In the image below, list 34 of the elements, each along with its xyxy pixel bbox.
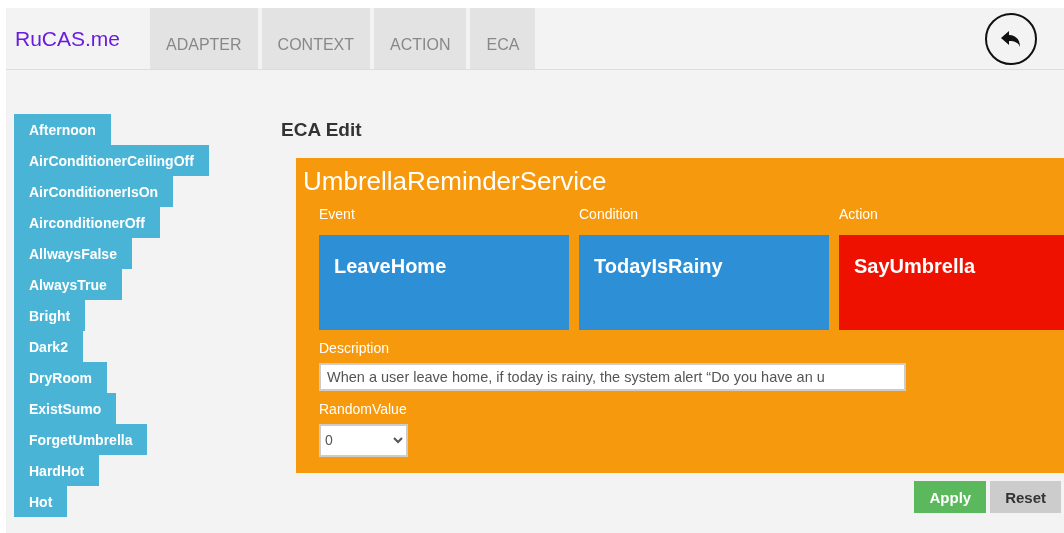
sidebar-item[interactable]: ForgetUmbrella bbox=[14, 424, 148, 455]
eca-block[interactable]: TodayIsRainy bbox=[579, 234, 829, 330]
back-arrow-icon bbox=[1000, 30, 1022, 48]
random-value-select[interactable]: 0 bbox=[319, 423, 408, 457]
field-label: Action bbox=[839, 204, 879, 224]
description-field[interactable]: When a user leave home, if today is rainy, the system alert “Do you have an u bbox=[319, 362, 906, 391]
field-label: Description bbox=[319, 338, 391, 358]
nav-tab[interactable]: ACTION bbox=[374, 8, 467, 69]
sidebar-item[interactable]: Afternoon bbox=[14, 114, 111, 145]
sidebar-item[interactable]: AirconditionerOff bbox=[14, 207, 160, 238]
sidebar-item[interactable]: Bright bbox=[14, 300, 86, 331]
field-label: Event bbox=[319, 204, 356, 224]
nav-tab[interactable]: ECA bbox=[470, 8, 536, 69]
sidebar-item[interactable]: AllwaysFalse bbox=[14, 238, 132, 269]
eca-name: UmbrellaReminderService bbox=[303, 165, 608, 196]
field-label: Condition bbox=[579, 204, 640, 224]
reset-button[interactable]: Reset bbox=[990, 480, 1061, 513]
sidebar-item[interactable]: ExistSumo bbox=[14, 393, 117, 424]
sidebar-item[interactable]: Hot bbox=[14, 486, 68, 517]
page-heading: ECA Edit bbox=[281, 118, 363, 142]
eca-block[interactable]: LeaveHome bbox=[319, 234, 569, 330]
sidebar-item[interactable]: AlwaysTrue bbox=[14, 269, 122, 300]
sidebar-item[interactable]: DryRoom bbox=[14, 362, 107, 393]
sidebar-item[interactable]: Dark2 bbox=[14, 331, 83, 362]
apply-button[interactable]: Apply bbox=[914, 480, 987, 513]
sidebar-item[interactable]: AirConditionerCeilingOff bbox=[14, 145, 209, 176]
sidebar-item[interactable]: AirConditionerIsOn bbox=[14, 176, 174, 207]
back-button[interactable] bbox=[985, 13, 1037, 65]
nav-tab[interactable]: CONTEXT bbox=[261, 8, 371, 69]
sidebar-item[interactable]: HardHot bbox=[14, 455, 100, 486]
field-label: RandomValue bbox=[319, 399, 408, 419]
eca-block[interactable]: SayUmbrella bbox=[839, 234, 1064, 330]
brand-logo[interactable]: RuCAS.me bbox=[6, 8, 150, 69]
nav-tab[interactable]: ADAPTER bbox=[150, 8, 258, 69]
